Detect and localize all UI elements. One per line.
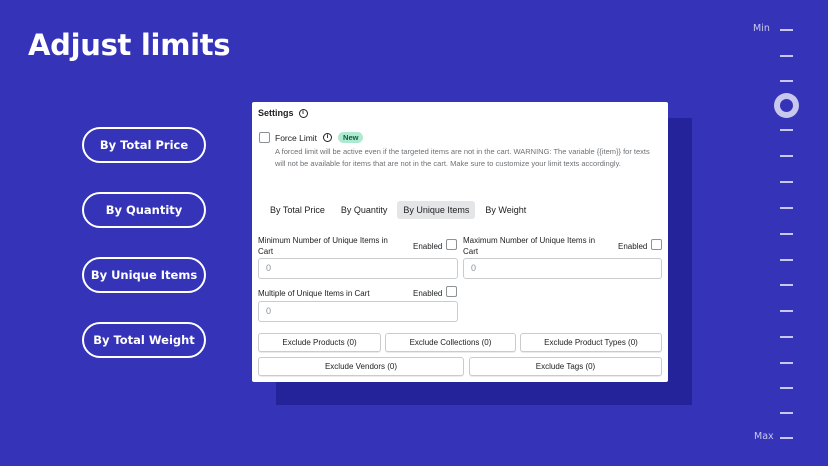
exclude-vendors-button[interactable]: Exclude Vendors (0) bbox=[258, 357, 464, 376]
info-icon: i bbox=[298, 108, 308, 118]
scale-tick bbox=[780, 387, 793, 389]
info-icon: i bbox=[323, 133, 333, 142]
scale-max-label: Max bbox=[754, 431, 774, 442]
min-unique-items-input[interactable]: 0 bbox=[258, 258, 458, 279]
settings-header: Settings i bbox=[258, 108, 308, 118]
multiple-enabled-label: Enabled bbox=[413, 289, 443, 298]
page-title: Adjust limits bbox=[28, 28, 231, 62]
scale-tick bbox=[780, 181, 793, 183]
tab-by-weight[interactable]: By Weight bbox=[479, 201, 532, 219]
scale-min-label: Min bbox=[753, 23, 770, 34]
scale-tick bbox=[780, 437, 793, 439]
by-total-weight-button[interactable]: By Total Weight bbox=[82, 322, 206, 358]
tab-by-total-price[interactable]: By Total Price bbox=[264, 201, 331, 219]
scale-tick bbox=[780, 129, 793, 131]
scale-tick bbox=[780, 155, 793, 157]
multiple-enabled-checkbox[interactable] bbox=[446, 286, 457, 297]
new-badge: New bbox=[338, 132, 364, 143]
slider-handle[interactable] bbox=[774, 93, 799, 118]
scale-tick bbox=[780, 412, 793, 414]
exclude-collections-button[interactable]: Exclude Collections (0) bbox=[385, 333, 516, 352]
scale-tick bbox=[780, 336, 793, 338]
scale-tick bbox=[780, 207, 793, 209]
scale-tick bbox=[780, 29, 793, 31]
by-total-price-button[interactable]: By Total Price bbox=[82, 127, 206, 163]
min-enabled-label: Enabled bbox=[413, 242, 443, 251]
min-unique-items-label: Minimum Number of Unique Items in Cart bbox=[258, 236, 388, 256]
scale-tick bbox=[780, 259, 793, 261]
scale-tick bbox=[780, 284, 793, 286]
by-unique-items-button[interactable]: By Unique Items bbox=[82, 257, 206, 293]
max-enabled-label: Enabled bbox=[618, 242, 648, 251]
force-limit-label: Force Limit bbox=[275, 132, 318, 143]
tab-bar: By Total Price By Quantity By Unique Ite… bbox=[264, 201, 532, 219]
min-enabled-checkbox[interactable] bbox=[446, 239, 457, 250]
scale-tick bbox=[780, 80, 793, 82]
by-quantity-button[interactable]: By Quantity bbox=[82, 192, 206, 228]
tab-by-quantity[interactable]: By Quantity bbox=[335, 201, 394, 219]
force-limit-checkbox[interactable] bbox=[259, 132, 270, 143]
scale-tick bbox=[780, 233, 793, 235]
settings-panel: Settings i Force Limit i New A forced li… bbox=[252, 102, 668, 382]
scale-tick bbox=[780, 55, 793, 57]
max-unique-items-input[interactable]: 0 bbox=[463, 258, 662, 279]
multiple-unique-items-label: Multiple of Unique Items in Cart bbox=[258, 289, 370, 298]
scale-tick bbox=[780, 362, 793, 364]
exclude-product-types-button[interactable]: Exclude Product Types (0) bbox=[520, 333, 662, 352]
tab-by-unique-items[interactable]: By Unique Items bbox=[397, 201, 476, 219]
force-limit-row: Force Limit i New bbox=[275, 132, 364, 143]
scale-tick bbox=[780, 310, 793, 312]
exclude-products-button[interactable]: Exclude Products (0) bbox=[258, 333, 381, 352]
multiple-unique-items-input[interactable]: 0 bbox=[258, 301, 458, 322]
force-limit-description: A forced limit will be active even if th… bbox=[275, 147, 650, 168]
exclude-tags-button[interactable]: Exclude Tags (0) bbox=[469, 357, 662, 376]
settings-title: Settings bbox=[258, 108, 294, 118]
max-unique-items-label: Maximum Number of Unique Items in Cart bbox=[463, 236, 596, 256]
max-enabled-checkbox[interactable] bbox=[651, 239, 662, 250]
